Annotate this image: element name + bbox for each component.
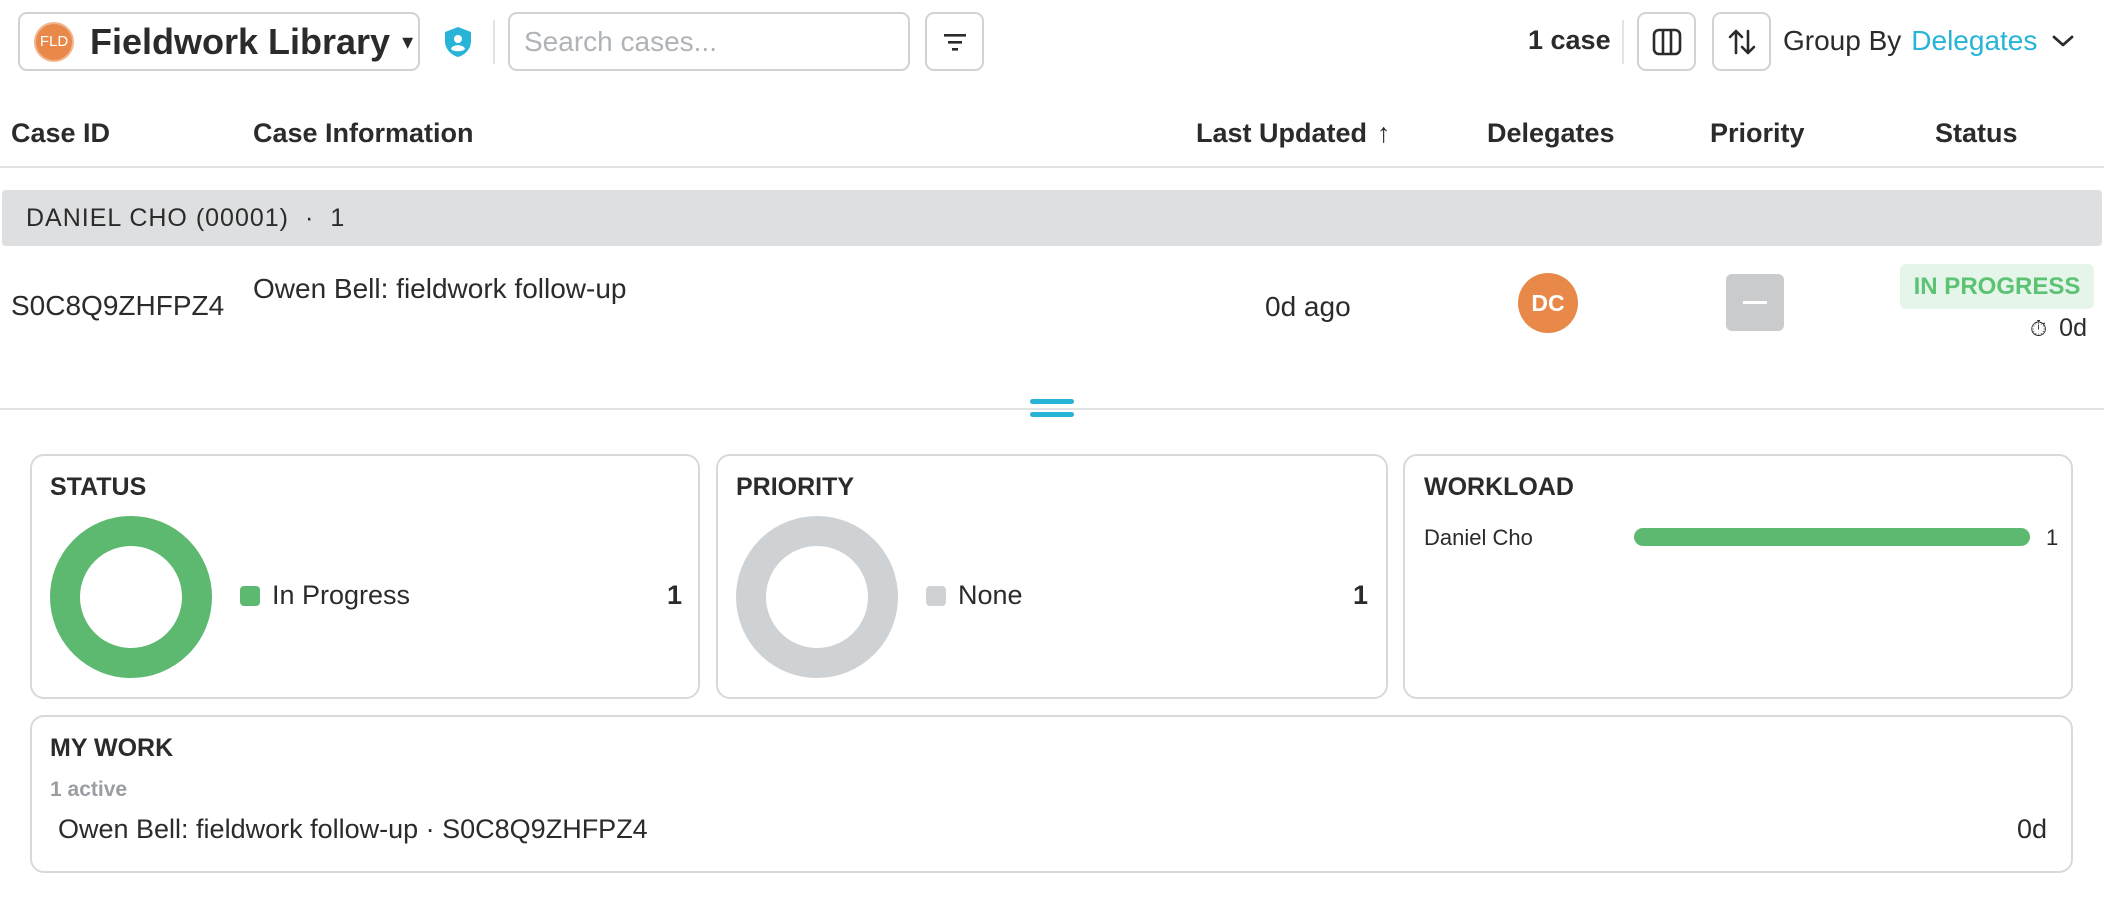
case-id-cell: S0C8Q9ZHFPZ4 xyxy=(11,290,225,321)
status-donut-chart xyxy=(50,516,212,678)
status-card: STATUS In Progress 1 xyxy=(30,454,700,699)
header-status[interactable]: Status xyxy=(1935,118,2018,149)
group-count: 1 xyxy=(330,203,346,232)
filter-icon xyxy=(943,33,966,51)
my-work-item-age: 0d xyxy=(2016,814,2047,844)
caret-down-icon: ▾ xyxy=(402,28,414,54)
legend-count-none: 1 xyxy=(1353,580,1369,610)
workload-count: 1 xyxy=(2046,525,2059,550)
status-donut-slice-in-progress xyxy=(50,516,212,678)
shield-user-icon[interactable] xyxy=(443,26,473,58)
stopwatch-icon: ⏱ xyxy=(2030,315,2048,341)
my-work-card: MY WORK 1 active Owen Bell: fieldwork fo… xyxy=(30,715,2073,873)
library-title: Fieldwork Library xyxy=(90,20,391,62)
legend-count-in-progress: 1 xyxy=(667,580,683,610)
status-badge[interactable]: IN PROGRESS xyxy=(1900,264,2094,309)
my-work-item[interactable]: Owen Bell: fieldwork follow-up · S0C8Q9Z… xyxy=(42,809,2060,853)
group-header-row[interactable]: DANIEL CHO (00001) · 1 xyxy=(2,190,2102,246)
legend-swatch-none xyxy=(926,586,946,606)
workload-bar xyxy=(1634,528,2030,546)
case-info-cell[interactable]: Owen Bell: fieldwork follow-up xyxy=(253,273,627,305)
priority-none-badge[interactable] xyxy=(1726,274,1784,331)
priority-donut-chart xyxy=(736,516,898,678)
workload-card-title: WORKLOAD xyxy=(1424,473,1574,501)
header-last-updated[interactable]: Last Updated ↑ xyxy=(1196,118,1391,149)
filter-button[interactable] xyxy=(925,12,984,71)
columns-button[interactable] xyxy=(1637,12,1696,71)
search-input[interactable] xyxy=(508,12,910,71)
legend-label-none: None xyxy=(958,580,1023,610)
group-name: DANIEL CHO (00001) xyxy=(26,203,289,232)
group-separator: · xyxy=(305,203,315,232)
priority-card: PRIORITY None 1 xyxy=(716,454,1388,699)
workload-delegate-name: Daniel Cho xyxy=(1424,525,1533,550)
my-work-item-text: Owen Bell: fieldwork follow-up · S0C8Q9Z… xyxy=(58,814,648,844)
workload-bar-track xyxy=(1634,528,2030,546)
status-timer: ⏱ 0d xyxy=(2030,314,2087,343)
status-card-title: STATUS xyxy=(50,473,147,501)
sort-ascending-icon: ↑ xyxy=(1377,118,1391,148)
sort-button[interactable] xyxy=(1712,12,1771,71)
header-case-id[interactable]: Case ID xyxy=(11,118,110,149)
columns-icon xyxy=(1652,28,1681,55)
chevron-down-icon xyxy=(2052,35,2074,47)
my-work-active-count: 1 active xyxy=(50,778,128,801)
header-case-information[interactable]: Case Information xyxy=(253,118,474,149)
library-logo: FLD xyxy=(34,21,74,62)
resize-handle-icon[interactable] xyxy=(1030,397,1074,423)
header-last-updated-label: Last Updated xyxy=(1196,118,1368,148)
header-divider xyxy=(0,166,2104,168)
group-by-selector[interactable]: Group By Delegates xyxy=(1783,25,2075,57)
group-by-value: Delegates xyxy=(1911,25,2038,56)
header-delegates[interactable]: Delegates xyxy=(1487,118,1615,149)
toolbar-divider xyxy=(493,20,495,64)
legend-label-in-progress: In Progress xyxy=(272,580,411,610)
last-updated-cell: 0d ago xyxy=(1265,291,1351,322)
priority-card-title: PRIORITY xyxy=(736,473,855,501)
header-priority[interactable]: Priority xyxy=(1710,118,1805,149)
toolbar-divider xyxy=(1622,20,1624,64)
workload-card: WORKLOAD Daniel Cho 1 xyxy=(1403,454,2073,699)
legend-swatch-in-progress xyxy=(240,586,260,606)
timer-value: 0d xyxy=(2059,314,2087,342)
library-selector[interactable]: FLD Fieldwork Library ▾ xyxy=(18,12,420,71)
my-work-title: MY WORK xyxy=(50,734,174,762)
delegate-avatar[interactable]: DC xyxy=(1518,273,1578,333)
dash-icon xyxy=(1743,301,1767,304)
priority-donut-slice-none xyxy=(736,516,898,678)
group-by-label: Group By xyxy=(1783,25,1902,56)
sort-icon xyxy=(1728,29,1755,54)
case-count: 1 case xyxy=(1528,25,1611,55)
